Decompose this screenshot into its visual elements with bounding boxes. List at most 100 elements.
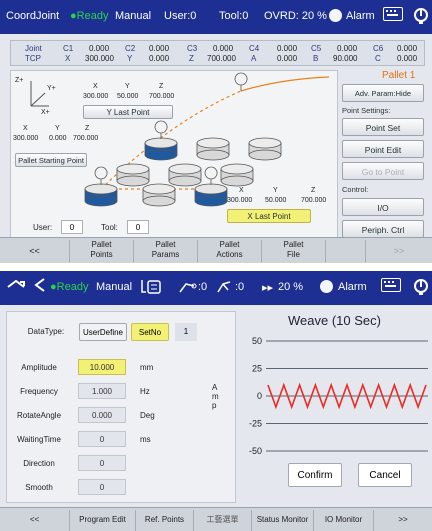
c3-label: C3 <box>187 44 198 53</box>
list-icon[interactable] <box>140 279 162 298</box>
back-icon[interactable] <box>32 277 48 296</box>
fast-forward-icon: ▸▸ <box>262 282 274 294</box>
c5-label: C5 <box>311 44 322 53</box>
keyboard-icon[interactable] <box>381 278 401 292</box>
start-y-value: 0.000 <box>49 135 67 142</box>
z-axis-label: Z+ <box>15 77 24 84</box>
point-set-button[interactable]: Point Set <box>342 118 424 136</box>
z-label: Z <box>189 54 194 63</box>
tool-indicator[interactable]: Tool:0 <box>219 10 248 22</box>
tab-io-monitor[interactable]: IO Monitor <box>314 510 374 531</box>
x-last-y-header: Y <box>273 187 278 194</box>
tab-prev-2[interactable]: << <box>0 510 70 531</box>
pin-icon <box>154 120 168 139</box>
run-mode-label-2[interactable]: Manual <box>96 281 132 293</box>
confirm-button[interactable]: Confirm <box>288 463 342 487</box>
tab-next-2[interactable]: >> <box>374 510 432 531</box>
part-cylinder <box>168 163 202 187</box>
x-last-point-button[interactable]: X Last Point <box>227 209 311 223</box>
y-tick-label: 0 <box>257 391 262 401</box>
pallet-starting-point-button[interactable]: Pallet Starting Point <box>15 153 87 167</box>
status-bar: CoordJoint ●Ready Manual User:0 Tool:0 O… <box>0 0 432 34</box>
tool-frame-label: Tool: <box>101 223 118 232</box>
smooth-label: Smooth <box>25 483 53 492</box>
y-axis-label: Y+ <box>47 85 56 92</box>
status-bar-2: ●Ready Manual :0 :0 ▸▸ 20 % Alarm <box>0 271 432 305</box>
tab-next[interactable]: >> <box>366 240 432 262</box>
tool-frame-input[interactable]: 0 <box>127 220 149 234</box>
periph-ctrl-button[interactable]: Periph. Ctrl <box>342 220 424 238</box>
upper-path <box>240 76 330 92</box>
amplitude-field[interactable]: 10.000 <box>78 359 126 375</box>
a-value: 0.000 <box>277 54 298 63</box>
speed-indicator[interactable]: 20 % <box>278 281 303 293</box>
user-frame-input[interactable]: 0 <box>61 220 83 234</box>
io-button[interactable]: I/O <box>342 198 424 216</box>
start-x-value: 300.000 <box>13 135 39 142</box>
power-icon[interactable] <box>413 278 429 299</box>
y-last-z-value: 700.000 <box>149 93 175 100</box>
smooth-field[interactable]: 0 <box>78 479 126 495</box>
alarm-label[interactable]: Alarm <box>346 10 375 22</box>
tab-pallet-actions[interactable]: Pallet Actions <box>198 240 262 262</box>
pin-icon <box>94 166 108 185</box>
tab-ref-points[interactable]: Ref. Points <box>136 510 194 531</box>
set-number-field[interactable]: 1 <box>175 323 197 341</box>
tab-program-edit[interactable]: Program Edit <box>70 510 136 531</box>
coord-mode-label[interactable]: CoordJoint <box>6 10 59 22</box>
run-mode-label[interactable]: Manual <box>115 10 151 22</box>
tab-pallet-params[interactable]: Pallet Params <box>134 240 198 262</box>
tcp-row-label: TCP <box>25 54 41 63</box>
x-last-y-value: 50.000 <box>265 197 287 204</box>
ready-indicator-2: ●Ready <box>50 281 89 293</box>
direction-field[interactable]: 0 <box>78 455 126 471</box>
pallet-tab-bar: << Pallet Points Pallet Params Pallet Actio… <box>0 237 432 263</box>
y-tick-label: -25 <box>249 419 262 429</box>
y-tick-label: -50 <box>249 446 262 456</box>
waitingtime-field[interactable]: 0 <box>78 431 126 447</box>
tab-empty[interactable] <box>326 240 366 262</box>
keyboard-icon[interactable] <box>383 7 403 21</box>
weave-preview: Weave (10 Sec) Amp 50 25 0 -25 -50 Confirm C… <box>212 311 430 503</box>
userdefine-option[interactable]: UserDefine <box>79 323 127 341</box>
control-label: Control: <box>342 185 369 194</box>
cancel-button[interactable]: Cancel <box>358 463 412 487</box>
frequency-label: Frequency <box>20 387 58 396</box>
coordinate-display: Joint TCP C1 0.000 X 300.000 C2 0.000 Y … <box>10 40 425 66</box>
tab-label: Actions <box>216 250 243 259</box>
tab-pallet-file[interactable]: Pallet File <box>262 240 326 262</box>
direction-label: Direction <box>23 459 55 468</box>
tab-prev[interactable]: << <box>0 240 70 262</box>
part-cylinder <box>194 183 228 207</box>
c-value: 0.000 <box>397 54 418 63</box>
x-last-z-value: 700.000 <box>301 197 327 204</box>
tab-status-monitor[interactable]: Status Monitor <box>252 510 314 531</box>
user-indicator[interactable]: User:0 <box>164 10 196 22</box>
start-y-header: Y <box>55 125 60 132</box>
alarm-label-2[interactable]: Alarm <box>338 281 367 293</box>
rotateangle-unit: Deg <box>140 411 155 420</box>
adv-param-button[interactable]: Adv. Param:Hide <box>342 84 424 102</box>
tab-pallet-points[interactable]: Pallet Points <box>70 240 134 262</box>
setno-option[interactable]: SetNo <box>131 323 169 341</box>
y-last-point-button[interactable]: Y Last Point <box>83 105 173 119</box>
point-edit-button[interactable]: Point Edit <box>342 140 424 158</box>
tab-label: Pallet <box>91 240 112 249</box>
power-icon[interactable] <box>413 7 429 28</box>
c1-label: C1 <box>63 44 74 53</box>
frequency-field[interactable]: 1.000 <box>78 383 126 399</box>
alarm-lamp-icon <box>329 9 342 22</box>
undo-icon[interactable] <box>6 278 26 295</box>
main-tab-bar: << Program Edit Ref. Points 工藝選單 Status … <box>0 507 432 531</box>
x-last-z-header: Z <box>311 187 316 194</box>
x-last-x-header: X <box>239 187 244 194</box>
counter-2: :0 <box>235 281 245 293</box>
z-value: 700.000 <box>207 54 236 63</box>
go-to-point-button[interactable]: Go to Point <box>342 162 424 180</box>
rotateangle-field[interactable]: 0.000 <box>78 407 126 423</box>
override-indicator[interactable]: OVRD: 20 % <box>264 10 327 22</box>
part-cylinder <box>84 183 118 207</box>
tab-process-menu[interactable]: 工藝選單 <box>194 510 252 531</box>
tab-label: Params <box>151 250 180 259</box>
robot-arm-icon <box>216 280 234 297</box>
